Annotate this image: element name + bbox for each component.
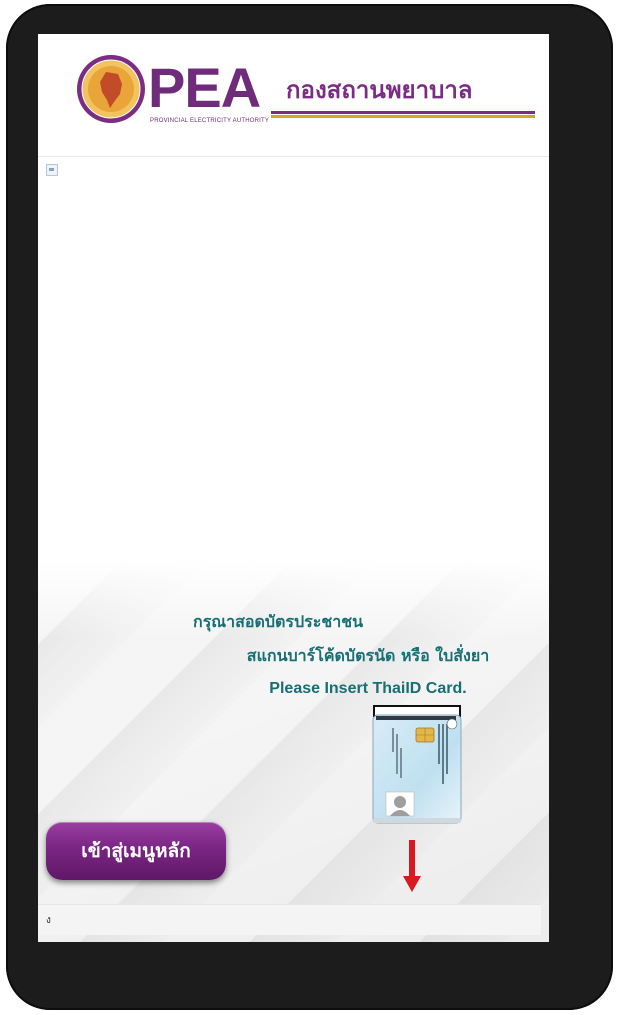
header: PEA PROVINCIAL ELECTRICITY AUTHORITY กอง… bbox=[38, 34, 549, 157]
status-text: ง bbox=[46, 915, 51, 926]
pea-logo-text: PEA bbox=[148, 56, 261, 119]
instruction-insert-id: กรุณาสอดบัตรประชาชน bbox=[193, 612, 363, 631]
pea-logo-subtitle: PROVINCIAL ELECTRICITY AUTHORITY bbox=[150, 118, 270, 124]
arrow-down-icon bbox=[403, 840, 421, 892]
department-name: กองสถานพยาบาล bbox=[286, 76, 473, 104]
thai-id-card-icon bbox=[372, 714, 462, 824]
kiosk-screen: PEA PROVINCIAL ELECTRICITY AUTHORITY กอง… bbox=[38, 34, 549, 942]
instruction-scan-barcode: สแกนบาร์โค้ดบัตรนัด หรือ ใบสั่งยา bbox=[246, 646, 490, 665]
instruction-english: Please Insert ThaiID Card. bbox=[269, 680, 467, 697]
brand-underline-purple bbox=[271, 111, 535, 114]
brand-underline-gold bbox=[271, 115, 535, 118]
status-bar: ง bbox=[38, 904, 541, 935]
main-menu-button[interactable]: เข้าสู่เมนูหลัก bbox=[46, 822, 226, 880]
pea-seal-icon bbox=[77, 55, 145, 123]
broken-image-icon bbox=[46, 164, 58, 176]
